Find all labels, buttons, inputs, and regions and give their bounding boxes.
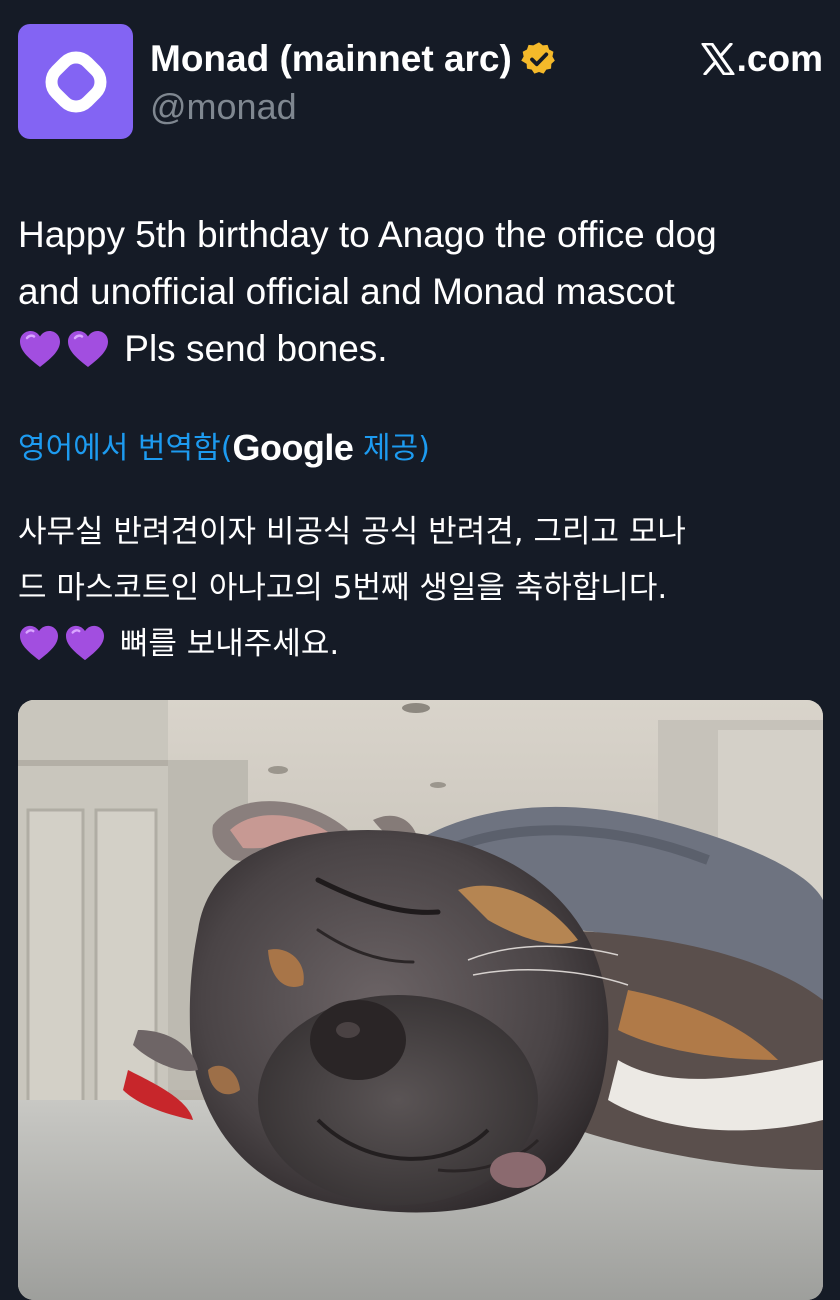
translated-line-3-text: 뼈를 보내주세요. [119, 626, 340, 662]
tweet-photo[interactable] [18, 700, 823, 1300]
translated-text: 사무실 반려견이자 비공식 공식 반려견, 그리고 모나 드 마스코트인 아나고… [18, 504, 826, 672]
author-handle[interactable]: @monad [150, 86, 297, 128]
tweet-line-3: Pls send bones. [18, 320, 826, 377]
translation-prefix: 영어에서 번역함( [18, 431, 233, 466]
purple-heart-icon [20, 331, 60, 367]
x-logo-icon [701, 43, 735, 75]
purple-heart-icon [20, 625, 58, 661]
translation-link[interactable]: 영어에서 번역함(Google 제공) [18, 424, 430, 473]
avatar[interactable] [18, 24, 133, 139]
monad-logo-icon [45, 51, 106, 112]
author-display-name[interactable]: Monad (mainnet arc) [150, 38, 512, 80]
translated-line-1: 사무실 반려견이자 비공식 공식 반려견, 그리고 모나 [18, 514, 686, 550]
tweet-header: Monad (mainnet arc) @monad .com [18, 24, 823, 140]
author-name-row: Monad (mainnet arc) [150, 38, 558, 80]
translation-suffix: 제공) [353, 431, 430, 466]
translated-line-3: 뼈를 보내주세요. [18, 616, 826, 672]
site-label-text: .com [736, 38, 823, 79]
purple-heart-icon [68, 331, 108, 367]
tweet-line-2: and unofficial official and Monad mascot [18, 271, 675, 312]
site-label: .com [701, 38, 823, 80]
tweet-line-1: Happy 5th birthday to Anago the office d… [18, 214, 717, 255]
verified-badge-icon [521, 42, 555, 74]
tweet-text: Happy 5th birthday to Anago the office d… [18, 206, 826, 377]
purple-heart-icon [66, 625, 104, 661]
tweet-line-3-text: Pls send bones. [124, 328, 388, 369]
translated-line-2: 드 마스코트인 아나고의 5번째 생일을 축하합니다. [18, 570, 668, 606]
google-wordmark: Google [232, 427, 354, 468]
sleeping-dog-photo [18, 700, 823, 1300]
